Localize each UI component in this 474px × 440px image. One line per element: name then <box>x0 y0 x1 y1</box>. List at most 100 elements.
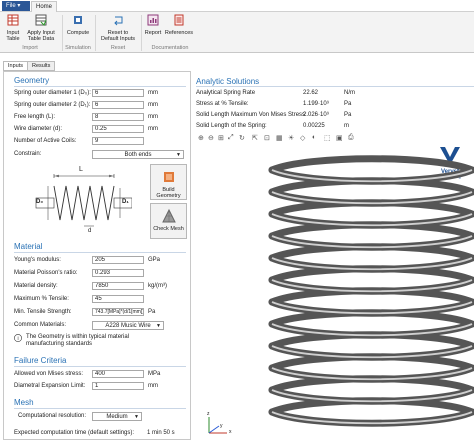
expansion-limit-input[interactable]: 1 <box>92 382 144 390</box>
resolution-value: Medium <box>106 414 128 420</box>
geometry-title: Geometry <box>14 76 50 85</box>
build-icon <box>163 172 174 182</box>
resolution-select[interactable]: Medium ▼ <box>92 412 142 421</box>
image-icon[interactable]: ▣ <box>336 134 343 142</box>
field-label: Diametral Expansion Limit: <box>14 383 86 389</box>
analytic-label: Stress at % Tensile: <box>196 101 249 107</box>
group-import: Import <box>22 45 38 51</box>
diagram-label-d0: D₀ <box>36 199 44 205</box>
zoom-box-icon[interactable]: ⊞ <box>218 134 224 142</box>
outer-diameter-2-input[interactable]: 6 <box>92 101 144 109</box>
tensile-strength-input[interactable]: 743.7[MPa]*(d/1[mm])^(-0 <box>92 308 144 316</box>
apply-input-button[interactable]: Apply Input Table Data <box>25 14 57 42</box>
ribbon-separator <box>95 15 96 51</box>
check-mesh-label: Check Mesh <box>153 226 184 232</box>
material-note: The Geometry is within typical material … <box>26 334 130 347</box>
zoom-extents-icon[interactable]: ⤢ <box>228 134 234 142</box>
spring-diagram <box>35 174 132 227</box>
analytic-unit: Pa <box>344 112 352 118</box>
reset-icon <box>114 16 123 26</box>
compute-label: Compute <box>66 30 90 36</box>
axis-y-label: y <box>220 423 223 429</box>
unit-label: MPa <box>148 371 161 377</box>
zoom-out-icon[interactable]: ⊖ <box>208 134 214 142</box>
build-geometry-button[interactable]: Build Geometry <box>150 164 187 200</box>
wire-diameter-input[interactable]: 0.25 <box>92 125 144 133</box>
chevron-down-icon: ▼ <box>134 414 139 420</box>
density-input[interactable]: 7850 <box>92 282 144 290</box>
field-label: Young's modulus: <box>14 257 61 263</box>
section-divider <box>14 252 186 253</box>
field-label: Spring outer diameter 2 (D₁): <box>14 102 91 108</box>
table-icon <box>7 14 19 26</box>
spring-model-3d <box>268 155 474 427</box>
field-label: Material Poisson's ratio: <box>14 270 78 276</box>
outer-diameter-1-input[interactable]: 6 <box>92 89 144 97</box>
poisson-ratio-input[interactable]: 0.293 <box>92 269 144 277</box>
svg-text:i: i <box>17 336 18 342</box>
section-divider <box>196 86 474 87</box>
active-coils-input[interactable]: 9 <box>92 137 144 145</box>
reset-label: Reset to Default Inputs <box>101 30 135 42</box>
common-materials-label: Common Materials: <box>14 322 67 328</box>
light-icon[interactable]: ☀ <box>288 134 294 142</box>
chevron-down-icon: ▼ <box>176 152 181 158</box>
field-label: Min. Tensile Strength: <box>14 309 72 315</box>
input-table-button[interactable]: Input Table <box>4 14 22 42</box>
graphics-viewport[interactable]: Veryst Engineering z x y <box>197 145 474 440</box>
select-icon[interactable]: ⇱ <box>252 134 258 142</box>
youngs-modulus-input[interactable]: 205 <box>92 256 144 264</box>
reset-button[interactable]: Reset to Default Inputs <box>98 14 138 42</box>
section-divider <box>14 86 186 87</box>
references-label: References <box>164 30 194 36</box>
field-label: Spring outer diameter 1 (D₀): <box>14 90 91 96</box>
references-icon <box>174 14 184 26</box>
common-materials-select[interactable]: A228 Music Wire ▼ <box>92 321 164 330</box>
menu-bar: File ▾ Home <box>0 0 474 12</box>
group-documentation: Documentation <box>151 45 189 51</box>
report-button[interactable]: Report <box>144 14 162 36</box>
references-button[interactable]: References <box>164 14 194 36</box>
common-materials-value: A228 Music Wire <box>105 323 151 329</box>
compute-icon <box>74 16 82 24</box>
analytic-value: 2.026·10⁹ <box>303 112 330 118</box>
scene-icon[interactable]: ⬚ <box>324 134 331 142</box>
analytic-label: Solid Length Maximum Von Mises Stress: <box>196 112 307 118</box>
view-icon[interactable]: ⊡ <box>264 134 270 142</box>
field-label: Allowed von Mises stress: <box>14 371 84 377</box>
grid-icon[interactable]: ▦ <box>276 134 283 142</box>
time-value: 1 min 50 s <box>147 430 175 436</box>
unit-label: kg/(m³) <box>148 283 167 289</box>
field-label: Free length (L): <box>14 114 56 120</box>
resolution-label: Computational resolution: <box>18 413 87 419</box>
unit-label: Pa <box>148 309 156 315</box>
tab-home[interactable]: Home <box>31 1 57 12</box>
free-length-input[interactable]: 8 <box>92 113 144 121</box>
rotate-icon[interactable]: ↻ <box>239 134 245 142</box>
tab-inputs[interactable]: Inputs <box>3 61 28 71</box>
print-icon[interactable]: ⎙ <box>348 134 354 142</box>
section-divider <box>14 408 186 409</box>
analytic-label: Solid Length of the Spring: <box>196 123 267 129</box>
material-title: Material <box>14 242 43 251</box>
compute-button[interactable]: Compute <box>66 14 90 36</box>
unit-label: GPa <box>148 257 161 263</box>
wireframe-icon[interactable]: ◇ <box>300 134 305 142</box>
max-tensile-input[interactable]: 45 <box>92 295 144 303</box>
ribbon-separator <box>141 15 142 51</box>
section-divider <box>14 366 186 367</box>
unit-label: mm <box>148 90 158 96</box>
file-menu-button[interactable]: File ▾ <box>2 1 30 11</box>
constrain-select[interactable]: Both ends ▼ <box>92 150 184 159</box>
tab-results[interactable]: Results <box>26 61 56 71</box>
group-reset: Reset <box>110 45 126 51</box>
check-mesh-button[interactable]: Check Mesh <box>150 203 187 239</box>
zoom-in-icon[interactable]: ⊕ <box>198 134 204 142</box>
analytic-unit: m <box>344 123 349 129</box>
failure-title: Failure Criteria <box>14 356 67 365</box>
axis-x-label: x <box>229 429 232 435</box>
diagram-label-length: L <box>79 166 83 173</box>
allowed-stress-input[interactable]: 400 <box>92 370 144 378</box>
constrain-label: Constrain: <box>14 151 42 157</box>
transparency-icon[interactable]: ◐ <box>312 134 316 141</box>
